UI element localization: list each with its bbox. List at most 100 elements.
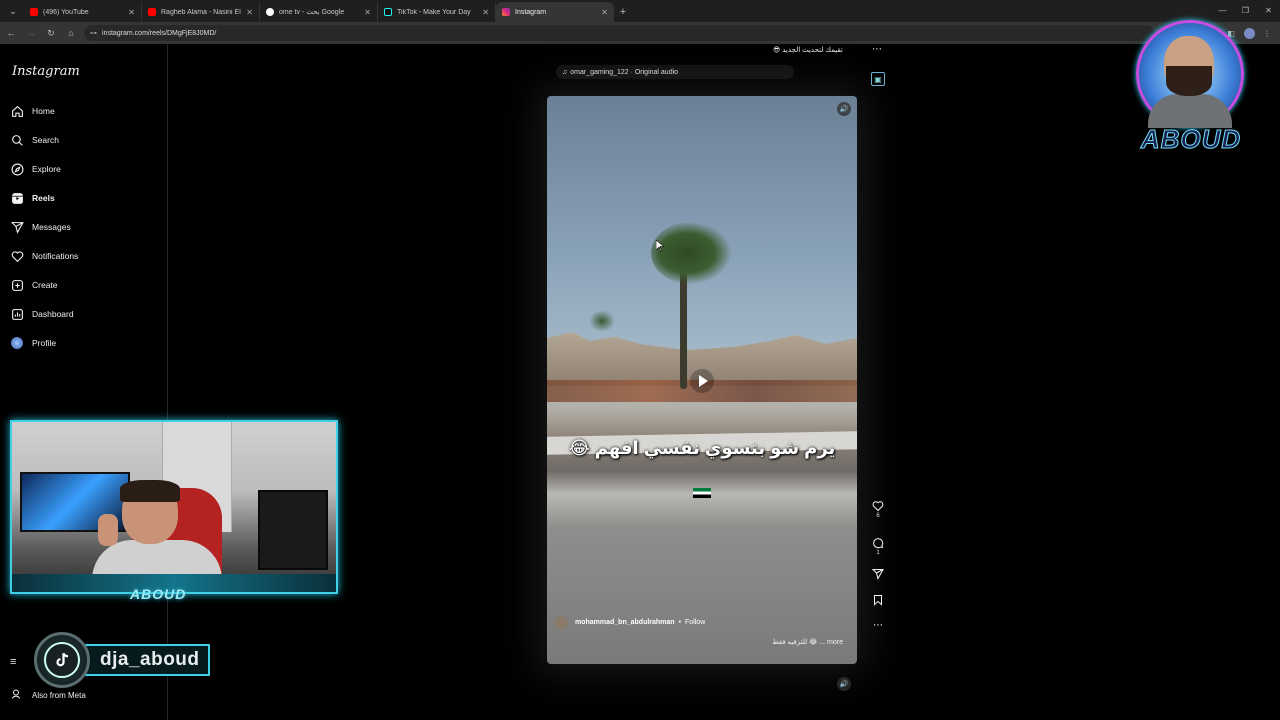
close-tab-icon[interactable]: ✕ [601, 8, 608, 17]
sidebar-item-reels[interactable]: Reels [10, 187, 160, 209]
close-tab-icon[interactable]: ✕ [364, 8, 371, 17]
sidebar-item-label: Messages [32, 222, 71, 232]
video-palm-leaves [651, 222, 731, 284]
tab-title: TikTok - Make Your Day [397, 8, 471, 16]
webcam-frame-brand: ABOUD [130, 586, 187, 602]
sidebar-item-label: Explore [32, 164, 61, 174]
heart-icon [10, 249, 24, 263]
sidebar-item-explore[interactable]: Explore [10, 158, 160, 180]
play-icon[interactable] [690, 369, 714, 393]
tab-title: ome tv - بحث Google [279, 9, 345, 16]
music-note-icon: ♫ [562, 68, 568, 76]
sidebar-item-label: Search [32, 135, 59, 145]
sidebar-item-label: Dashboard [32, 309, 74, 319]
close-window-icon[interactable]: ✕ [1257, 0, 1280, 20]
webcam-monitor-secondary [258, 490, 328, 570]
previous-reel-caption[interactable]: 😎 تقيمك لتحديث الجديد [773, 46, 843, 54]
comment-action[interactable]: 1 [868, 537, 888, 558]
brand-logo-word: ABOUD [1140, 124, 1242, 155]
save-action[interactable] [868, 594, 888, 606]
site-info-icon[interactable]: ⊶ [90, 29, 97, 37]
tiktok-handle-badge: dja_aboud [34, 632, 210, 688]
brand-logo-shirt [1148, 94, 1232, 128]
bookmark-icon[interactable] [872, 594, 884, 606]
instagram-logo[interactable]: Instagram [12, 64, 80, 79]
tab-title: (496) YouTube [43, 8, 89, 16]
sidebar-item-label: Reels [32, 193, 55, 203]
streamer-brand-logo: ABOUD [1122, 16, 1260, 166]
send-icon[interactable] [872, 568, 884, 580]
sidebar-item-home[interactable]: Home [10, 100, 160, 122]
tab-title: Instagram [515, 8, 547, 16]
close-tab-icon[interactable]: ✕ [246, 8, 253, 17]
author-username[interactable]: mohammad_bn_abdulrahman [575, 619, 675, 626]
tab-search-icon[interactable]: ⌄ [4, 2, 22, 20]
reel-caption[interactable]: للترفيه فقط 😂 ... more [772, 638, 843, 646]
audio-label: omar_gaming_122 · Original audio [570, 68, 679, 76]
tiktok-favicon-icon [384, 8, 392, 16]
share-action[interactable] [868, 568, 888, 580]
url-text: instagram.com/reels/DMgFjE8J0MD/ [102, 29, 217, 37]
mouse-cursor-icon [656, 240, 664, 252]
tab-title: Ragheb Alama - Nasini El Donya [161, 8, 242, 16]
reel-author-row: mohammad_bn_abdulrahman • Follow [555, 616, 705, 629]
previous-reel-thumbnail-icon[interactable]: ▣ [871, 72, 885, 86]
original-audio-pill[interactable]: ♫ omar_gaming_122 · Original audio [556, 65, 794, 79]
comment-icon[interactable] [872, 537, 884, 549]
instagram-sidebar: Instagram Home Search Explore Reels Mess… [0, 44, 168, 720]
sidebar-item-create[interactable]: Create [10, 274, 160, 296]
search-icon [10, 133, 24, 147]
browser-toolbar: ← → ↻ ⌂ ⊶ instagram.com/reels/DMgFjE8J0M… [0, 22, 1280, 44]
brand-logo-beard [1166, 66, 1212, 96]
back-arrow-icon[interactable]: ← [2, 24, 20, 42]
home-button-icon[interactable]: ⌂ [62, 24, 80, 42]
browser-tab-active[interactable]: Instagram ✕ [496, 2, 614, 22]
sidebar-item-label: Create [32, 280, 58, 290]
google-favicon-icon [266, 8, 274, 16]
tiktok-handle-text: dja_aboud [70, 644, 210, 676]
reel-video[interactable]: 🔊 يرم شو بتسوي نفسي افهم 😂 mohammad_bn_a… [547, 96, 857, 664]
follow-button[interactable]: Follow [685, 619, 705, 626]
author-avatar[interactable] [555, 616, 568, 629]
more-options-icon[interactable]: ⋯ [868, 620, 888, 631]
reel-actions: 6 1 ⋯ [868, 500, 888, 631]
browser-tab[interactable]: TikTok - Make Your Day ✕ [378, 2, 496, 22]
reload-icon[interactable]: ↻ [42, 24, 60, 42]
close-tab-icon[interactable]: ✕ [482, 8, 489, 17]
sidebar-item-messages[interactable]: Messages [10, 216, 160, 238]
like-count: 6 [876, 513, 880, 519]
address-bar[interactable]: ⊶ instagram.com/reels/DMgFjE8J0MD/ [84, 25, 1154, 41]
sidebar-item-dashboard[interactable]: Dashboard [10, 303, 160, 325]
profile-avatar [10, 336, 24, 350]
previous-reel-more-icon[interactable]: ⋯ [872, 44, 882, 55]
dashboard-icon [10, 307, 24, 321]
youtube-favicon-icon [30, 8, 38, 16]
browser-tab[interactable]: (496) YouTube ✕ [24, 2, 142, 22]
sidebar-item-search[interactable]: Search [10, 129, 160, 151]
sidebar-item-notifications[interactable]: Notifications [10, 245, 160, 267]
sidebar-item-label: Profile [32, 338, 57, 348]
reels-icon [10, 191, 24, 205]
browser-menu-icon[interactable]: ⋮ [1258, 24, 1276, 42]
syrian-flag-icon [693, 488, 711, 498]
sidebar-item-label: Home [32, 106, 55, 116]
next-reel-mute-icon[interactable]: 🔊 [837, 677, 851, 691]
close-tab-icon[interactable]: ✕ [128, 8, 135, 17]
comment-count: 1 [876, 550, 880, 556]
forward-arrow-icon[interactable]: → [22, 24, 40, 42]
heart-icon[interactable] [872, 500, 884, 512]
tiktok-icon [44, 642, 80, 678]
sidebar-item-label: Notifications [32, 251, 79, 261]
sidebar-item-profile[interactable]: Profile [10, 332, 160, 354]
compass-icon [10, 162, 24, 176]
mute-toggle-icon[interactable]: 🔊 [837, 102, 851, 116]
browser-tab[interactable]: Ragheb Alama - Nasini El Donya ✕ [142, 2, 260, 22]
new-tab-plus-icon[interactable]: + [614, 3, 632, 21]
browser-tab[interactable]: ome tv - بحث Google ✕ [260, 2, 378, 22]
more-menu-icon[interactable]: ≡ [10, 656, 16, 668]
also-from-meta[interactable]: Also from Meta [10, 688, 86, 702]
youtube-favicon-icon [148, 8, 156, 16]
like-action[interactable]: 6 [868, 500, 888, 521]
meta-grid-icon [10, 688, 24, 702]
browser-tab-strip: ⌄ (496) YouTube ✕ Ragheb Alama - Nasini … [0, 0, 1280, 22]
